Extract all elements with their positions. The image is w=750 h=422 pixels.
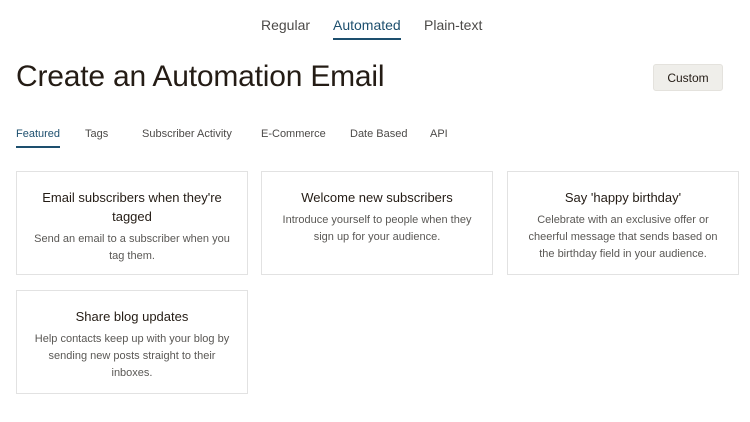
tab-api[interactable]: API bbox=[430, 127, 448, 146]
card-title: Email subscribers when they're tagged bbox=[42, 190, 222, 224]
automation-card-birthday[interactable]: Say 'happy birthday' Celebrate with an e… bbox=[507, 171, 739, 275]
card-description: Send an email to a subscriber when you t… bbox=[34, 233, 230, 262]
tab-plain-text[interactable]: Plain-text bbox=[424, 16, 482, 38]
tab-e-commerce[interactable]: E-Commerce bbox=[261, 127, 326, 146]
category-tabs: Featured Tags Subscriber Activity E-Comm… bbox=[0, 127, 750, 149]
card-description: Celebrate with an exclusive offer or che… bbox=[528, 214, 718, 260]
automation-card-blog[interactable]: Share blog updates Help contacts keep up… bbox=[16, 290, 248, 394]
tab-tags[interactable]: Tags bbox=[85, 127, 108, 146]
card-description: Help contacts keep up with your blog by … bbox=[34, 333, 230, 379]
automation-card-welcome[interactable]: Welcome new subscribers Introduce yourse… bbox=[261, 171, 493, 275]
custom-button[interactable]: Custom bbox=[653, 64, 723, 91]
email-type-tabs: Regular Automated Plain-text bbox=[0, 16, 750, 40]
card-title: Say 'happy birthday' bbox=[564, 190, 682, 205]
tab-automated[interactable]: Automated bbox=[333, 16, 401, 40]
card-title: Welcome new subscribers bbox=[301, 190, 453, 205]
card-description: Introduce yourself to people when they s… bbox=[282, 214, 472, 243]
tab-subscriber-activity[interactable]: Subscriber Activity bbox=[142, 127, 232, 146]
automation-card-tagged[interactable]: Email subscribers when they're tagged Se… bbox=[16, 171, 248, 275]
tab-regular[interactable]: Regular bbox=[261, 16, 310, 38]
tab-date-based[interactable]: Date Based bbox=[350, 127, 407, 146]
page-title: Create an Automation Email bbox=[16, 60, 385, 93]
tab-featured[interactable]: Featured bbox=[16, 127, 61, 148]
card-title: Share blog updates bbox=[75, 309, 189, 324]
